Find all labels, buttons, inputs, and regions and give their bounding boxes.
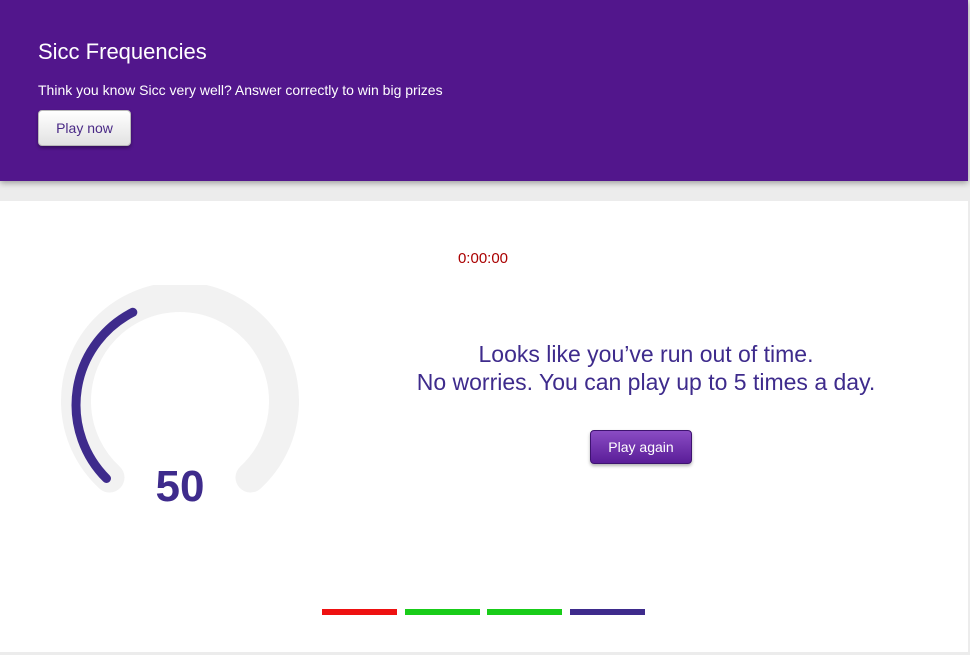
score-value: 50 bbox=[155, 462, 205, 511]
progress-segment-wrong bbox=[322, 609, 397, 615]
game-card: 0:00:00 50 Looks like you’ve run out of … bbox=[0, 201, 968, 652]
countdown-timer: 0:00:00 bbox=[457, 250, 509, 267]
hero-title: Sicc Frequencies bbox=[38, 39, 207, 64]
progress-segment-current bbox=[569, 609, 645, 615]
gauge-track bbox=[61, 285, 299, 493]
page: Sicc Frequencies Think you know Sicc ver… bbox=[0, 0, 970, 655]
message-line-2: No worries. You can play up to 5 times a… bbox=[416, 369, 876, 395]
message-line-1: Looks like you’ve run out of time. bbox=[478, 341, 814, 367]
hero-banner: Sicc Frequencies Think you know Sicc ver… bbox=[0, 0, 968, 181]
play-now-button[interactable]: Play now bbox=[38, 110, 131, 146]
progress-segment-correct bbox=[404, 609, 480, 615]
time-up-message: Looks like you’ve run out of time. No wo… bbox=[380, 340, 912, 396]
progress-segment-correct bbox=[487, 609, 562, 615]
question-progress bbox=[322, 609, 652, 615]
hero-subtitle: Think you know Sicc very well? Answer co… bbox=[38, 82, 443, 98]
play-again-button[interactable]: Play again bbox=[590, 430, 692, 464]
